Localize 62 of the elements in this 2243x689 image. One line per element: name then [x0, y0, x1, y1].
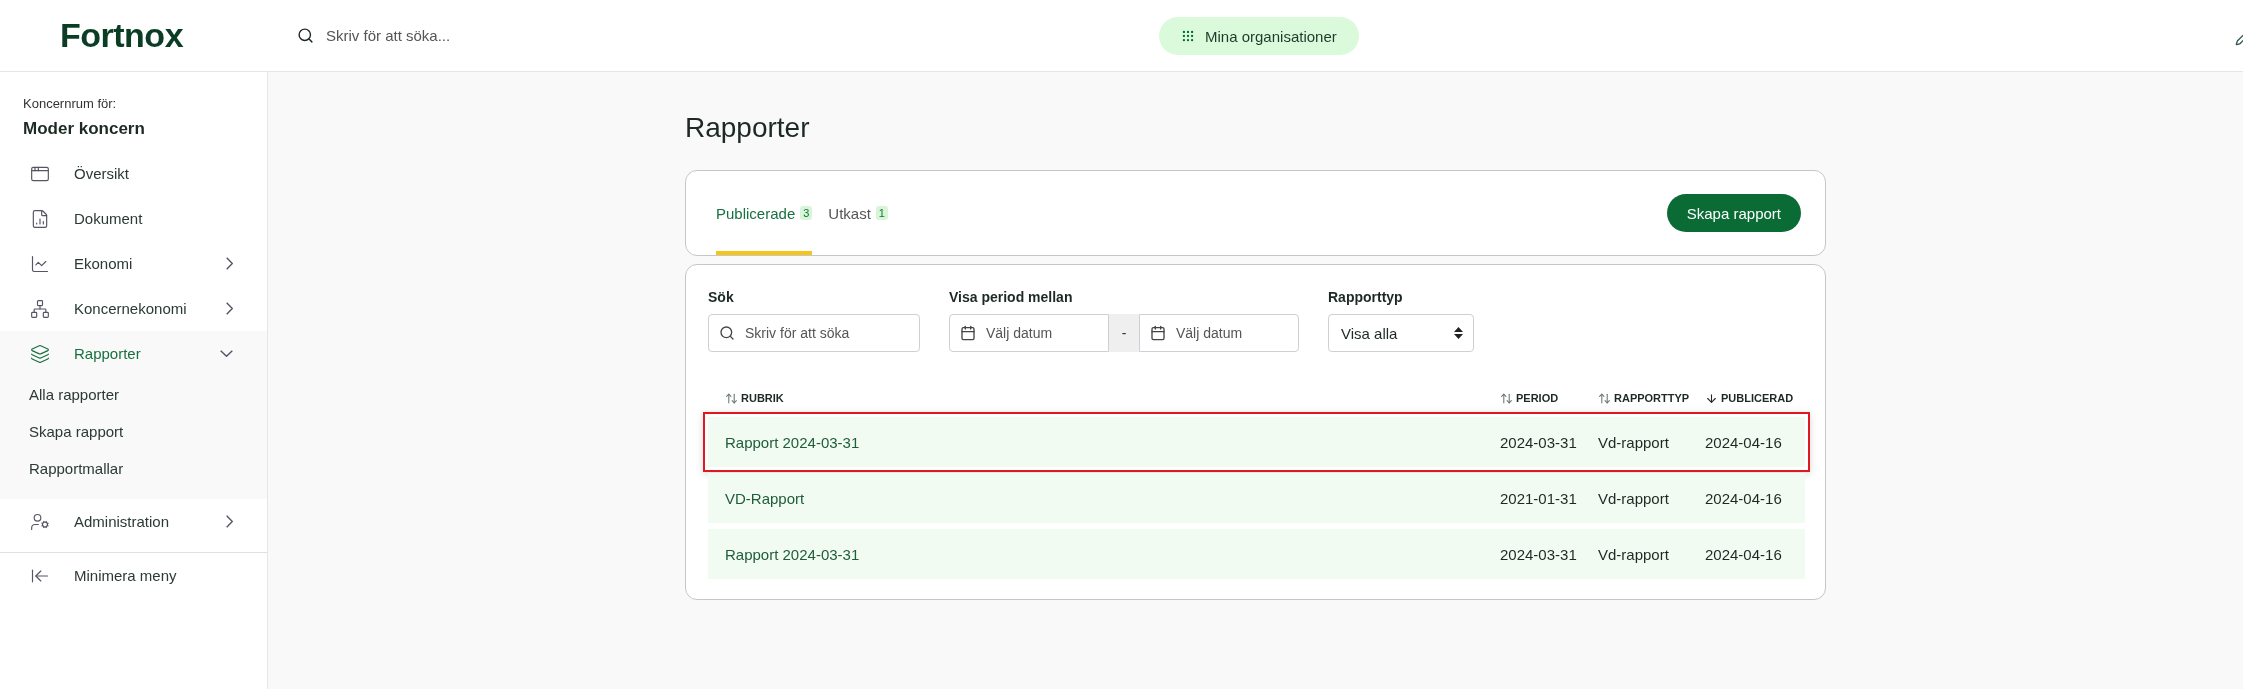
table-cell-text: Rapport 2024-03-31: [725, 545, 861, 563]
sub-nav-item[interactable]: Alla rapporter: [0, 376, 267, 413]
hierarchy-icon: [30, 298, 50, 319]
organisations-button[interactable]: Mina organisationer: [1159, 17, 1359, 55]
table-row[interactable]: Rapport 2024-03-31 2024-03-31 Vd-rapport 2024-04-16: [708, 529, 1805, 579]
search-field[interactable]: Skriv för att söka: [708, 314, 920, 352]
count-badge: 1: [875, 206, 888, 220]
grid-icon: [1181, 29, 1195, 43]
field-label: Sök: [708, 289, 735, 305]
tab[interactable]: Utkast 1: [828, 171, 888, 255]
chevron-right-icon: [226, 302, 233, 315]
line-chart-icon: [30, 253, 50, 274]
users-gear-icon: [30, 511, 50, 532]
sort-caret-icon: [1454, 327, 1463, 339]
column-header[interactable]: PUBLICERAD: [1705, 391, 1795, 405]
table-cell-text: Vd-rapport: [1598, 545, 1670, 563]
column-header[interactable]: PERIOD: [1500, 391, 1598, 405]
table-cell-text: Vd-rapport: [1598, 489, 1670, 507]
create-report-button[interactable]: Skapa rapport: [1666, 194, 1801, 232]
field-label: Rapporttyp: [1328, 289, 1404, 305]
column-header[interactable]: RUBRIK: [725, 391, 1500, 405]
fortnox-logo: Fortnox: [59, 16, 185, 55]
table-row[interactable]: Rapport 2024-03-31 2024-03-31 Vd-rapport 2024-04-16: [708, 417, 1805, 467]
table-row[interactable]: VD-Rapport 2021-01-31 Vd-rapport 2024-04-16: [708, 473, 1805, 523]
layers-icon: [30, 343, 50, 364]
date-field[interactable]: Välj datum: [1139, 314, 1299, 352]
table-cell-text: 2024-03-31: [1500, 545, 1578, 563]
chevron-right-icon: [226, 257, 233, 270]
nav-item[interactable]: Administration: [0, 499, 267, 544]
table-cell-text: Vd-rapport: [1598, 433, 1670, 451]
range-separator: -: [1109, 314, 1139, 352]
search-icon: [297, 27, 314, 44]
nav-item[interactable]: Koncernekonomi: [0, 286, 267, 331]
table-cell-text: 2024-04-16: [1705, 545, 1783, 563]
table-cell-text: 2024-03-31: [1500, 433, 1578, 451]
table-cell-text: VD-Rapport: [725, 489, 806, 507]
calendar-icon: [1150, 325, 1166, 341]
report-type-select[interactable]: Visa alla: [1328, 314, 1474, 352]
nav-item[interactable]: Ekonomi: [0, 241, 267, 286]
calendar-icon: [960, 325, 976, 341]
date-field[interactable]: Välj datum: [949, 314, 1109, 352]
nav-item[interactable]: Översikt: [0, 151, 267, 196]
collapse-menu-button[interactable]: Minimera meny: [0, 553, 267, 598]
field-label: Visa period mellan: [949, 289, 1074, 305]
chevron-right-icon: [226, 515, 233, 528]
sub-nav-item[interactable]: Skapa rapport: [0, 413, 267, 450]
context-label: Koncernrum för:: [22, 96, 118, 111]
table-cell-text: Rapport 2024-03-31: [725, 433, 861, 451]
page-title: Rapporter: [685, 112, 811, 144]
document-chart-icon: [30, 208, 50, 229]
sub-nav-item[interactable]: Rapportmallar: [0, 450, 267, 487]
column-header[interactable]: RAPPORTTYP: [1598, 391, 1705, 405]
context-name: Moder koncern: [22, 119, 146, 139]
table-cell-text: 2024-04-16: [1705, 433, 1783, 451]
search-icon: [719, 325, 735, 341]
chevron-down-icon: [220, 350, 233, 357]
count-badge: 3: [800, 206, 813, 220]
tab[interactable]: Publicerade 3: [716, 171, 813, 255]
table-cell-text: 2021-01-31: [1500, 489, 1578, 507]
table-cell-text: 2024-04-16: [1705, 489, 1783, 507]
nav-item[interactable]: Rapporter: [0, 331, 267, 376]
nav-item[interactable]: Dokument: [0, 196, 267, 241]
